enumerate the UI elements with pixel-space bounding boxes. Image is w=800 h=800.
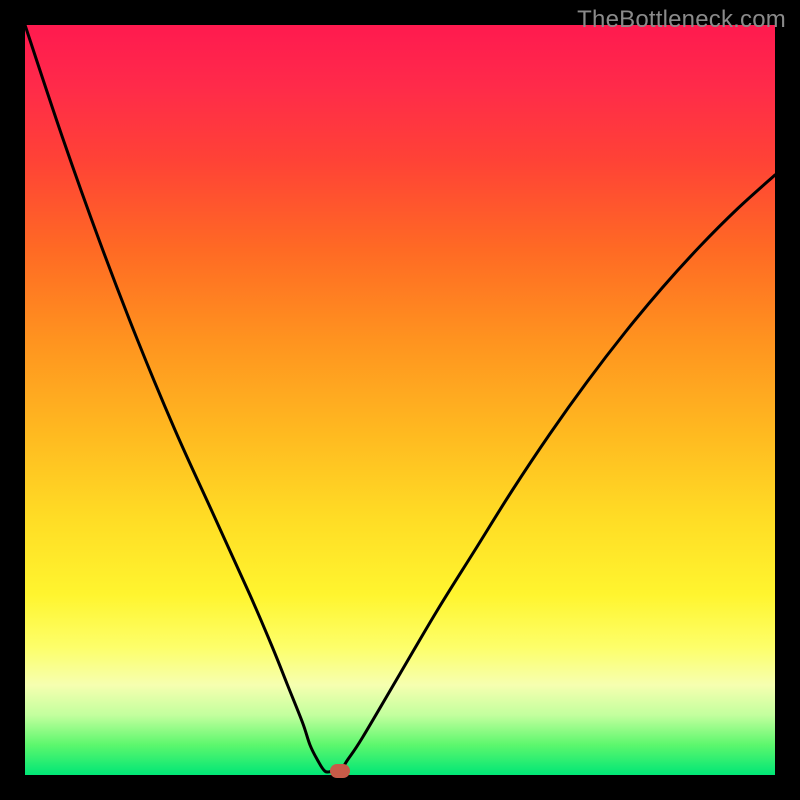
optimum-marker xyxy=(330,764,350,778)
plot-area xyxy=(25,25,775,775)
watermark-text: TheBottleneck.com xyxy=(577,6,786,34)
chart-frame: TheBottleneck.com xyxy=(0,0,800,800)
bottleneck-curve xyxy=(25,25,775,772)
curve-svg xyxy=(25,25,775,775)
